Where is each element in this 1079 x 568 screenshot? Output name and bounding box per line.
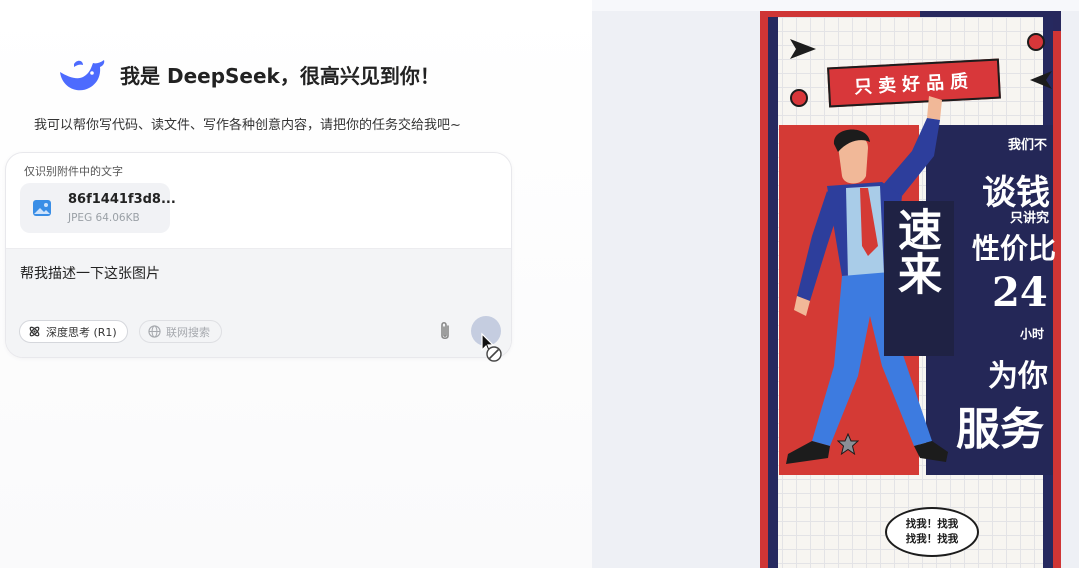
poster-text-line: 我们不 (1008, 138, 1048, 153)
poster-text-line: 24 (992, 269, 1048, 316)
atom-icon (29, 326, 40, 337)
paperclip-icon[interactable] (434, 320, 456, 344)
image-file-icon (33, 200, 51, 216)
poster-text-line: 为你 (988, 359, 1048, 394)
welcome-title: 我是 DeepSeek，很高兴见到你！ (120, 64, 440, 88)
poster-text-line: 服务 (956, 404, 1044, 455)
poster-stripe-left (768, 17, 778, 568)
poster-dot (1027, 33, 1045, 51)
poster-text-line: 只讲究 (1010, 211, 1050, 226)
poster-image: 只卖好品质 速来 我们不 谈钱 只讲究 性价比 24 小时 为你 服务 找我！找… (760, 11, 1061, 568)
star-icon (837, 433, 859, 455)
bubble-line: 找我！找我 (905, 518, 959, 530)
paper-plane-icon (1030, 71, 1052, 89)
speech-bubble: 找我！找我 找我！找我 (885, 507, 979, 557)
message-input[interactable]: 帮我描述一下这张图片 深度思考 (R1) 联网搜索 (6, 248, 511, 357)
deepseek-logo-icon (60, 60, 105, 91)
poster-text-line: 性价比 (972, 232, 1057, 265)
not-allowed-cursor-icon (481, 332, 502, 362)
chat-panel: 我是 DeepSeek，很高兴见到你！ 我可以帮你写代码、读文件、写作各种创意内… (0, 0, 592, 568)
poster-text-line: 小时 (1020, 327, 1045, 341)
attachment-hint: 仅识别附件中的文字 (24, 165, 123, 178)
poster-vertical-title: 速来 (890, 207, 941, 295)
globe-icon (148, 325, 161, 338)
bubble-line: 找我！找我 (905, 533, 959, 545)
file-meta: JPEG 64.06KB (68, 212, 140, 224)
deep-think-button[interactable]: 深度思考 (R1) (19, 320, 128, 343)
attachment-file-chip[interactable]: 86f1441f3d8... JPEG 64.06KB (20, 183, 176, 233)
paper-plane-icon (790, 39, 816, 59)
web-search-button[interactable]: 联网搜索 (139, 320, 222, 343)
deep-think-label: 深度思考 (R1) (46, 325, 117, 339)
message-input-text[interactable]: 帮我描述一下这张图片 (20, 263, 160, 283)
file-name: 86f1441f3d8... (68, 192, 176, 207)
web-search-label: 联网搜索 (166, 325, 210, 339)
composer-card: 仅识别附件中的文字 86f1441f3d8... JPEG 64.06KB 帮我… (5, 152, 512, 358)
welcome-subtitle: 我可以帮你写代码、读文件、写作各种创意内容，请把你的任务交给我吧~ (34, 118, 461, 133)
preview-topbar (592, 0, 1079, 11)
